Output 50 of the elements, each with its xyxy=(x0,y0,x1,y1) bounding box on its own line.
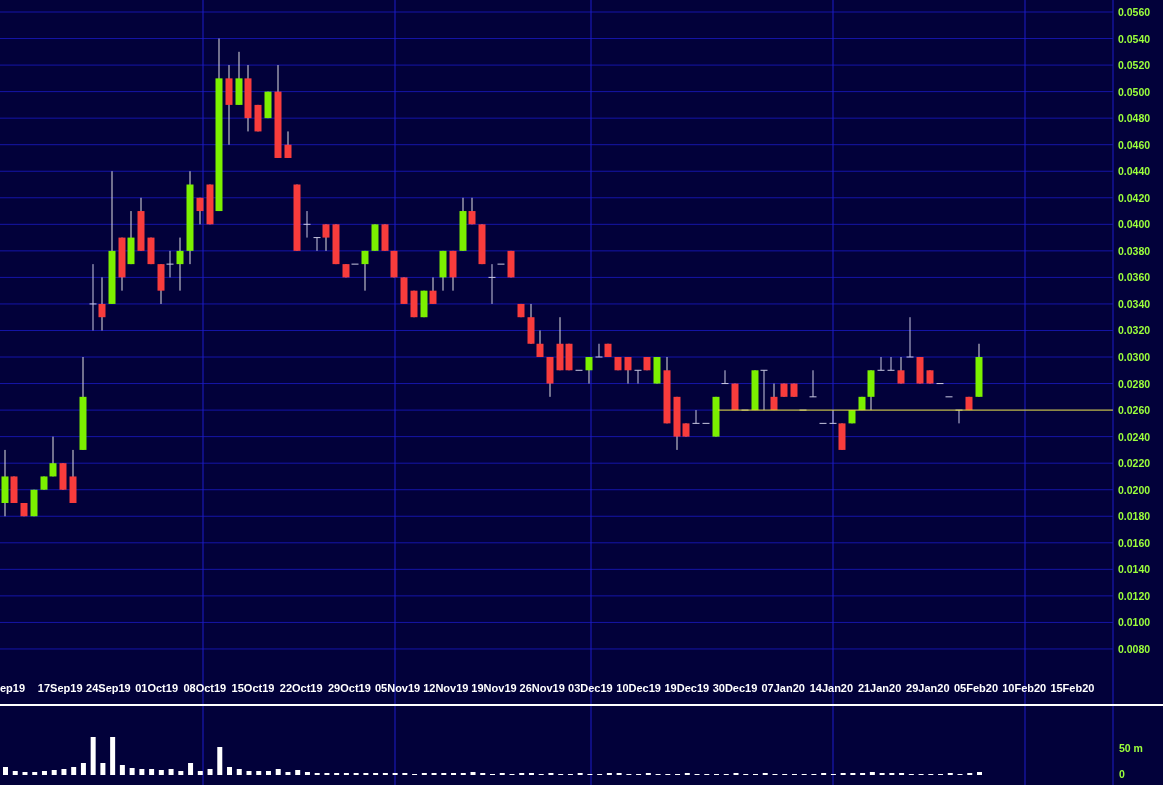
price-axis-label: 0.0140 xyxy=(1118,563,1151,576)
price-axis-label: 0.0560 xyxy=(1118,6,1151,18)
date-axis-label: 21Jan20 xyxy=(857,682,902,694)
price-axis-label: 0.0480 xyxy=(1118,112,1151,125)
date-axis-label: ep19 xyxy=(0,682,26,694)
price-axis-label: 0.0460 xyxy=(1118,138,1151,151)
date-axis-label: 19Dec19 xyxy=(664,682,710,694)
date-axis-label: 12Nov19 xyxy=(423,682,469,694)
date-axis-label: 24Sep19 xyxy=(86,682,131,694)
date-axis-label: 07Jan20 xyxy=(761,682,805,694)
date-axis-label: 05Nov19 xyxy=(374,682,421,694)
date-axis-label: 10Dec19 xyxy=(616,682,661,694)
date-axis-label: 15Oct19 xyxy=(231,682,275,694)
date-axis-label: 17Sep19 xyxy=(37,682,83,694)
price-axis-label: 0.0520 xyxy=(1118,59,1151,72)
price-axis-label: 0.0200 xyxy=(1118,483,1151,496)
date-axis-label: 14Jan20 xyxy=(809,682,854,694)
price-axis-label: 0.0500 xyxy=(1118,85,1151,98)
date-axis-label: 15Feb20 xyxy=(1050,682,1095,694)
price-axis-label: 0.0360 xyxy=(1118,271,1151,284)
price-axis-label: 0.0300 xyxy=(1118,351,1151,363)
price-axis-label: 0.0440 xyxy=(1118,165,1151,178)
date-axis-label: 03Dec19 xyxy=(568,682,613,694)
price-axis-label: 0.0320 xyxy=(1118,324,1151,337)
date-axis-label: 29Oct19 xyxy=(328,682,371,694)
date-axis-label: 22Oct19 xyxy=(279,682,323,694)
price-axis-label: 0.0080 xyxy=(1118,642,1151,655)
price-axis-label: 0.0400 xyxy=(1118,218,1151,231)
date-axis-label: 10Feb20 xyxy=(1002,682,1047,694)
price-axis-label: 0.0180 xyxy=(1118,510,1151,523)
price-axis-label: 0.0380 xyxy=(1118,244,1151,257)
price-axis-label: 0.0240 xyxy=(1118,430,1151,443)
price-axis-label: 0.0420 xyxy=(1118,191,1151,204)
date-axis-label: 26Nov19 xyxy=(519,682,565,694)
date-axis-label: 08Oct19 xyxy=(183,682,227,694)
price-axis-label: 0.0280 xyxy=(1118,377,1151,390)
date-axis-label: 05Feb20 xyxy=(954,682,998,694)
date-axis-label: 01Oct19 xyxy=(135,682,178,694)
price-axis-label: 0.0220 xyxy=(1118,457,1151,470)
date-axis-label: 19Nov19 xyxy=(471,682,517,694)
volume-axis-label: 0 xyxy=(1119,768,1125,780)
price-axis-label: 0.0340 xyxy=(1118,297,1151,310)
price-axis-label: 0.0540 xyxy=(1118,32,1151,45)
date-axis-label: 29Jan20 xyxy=(906,682,950,694)
price-axis-label: 0.0100 xyxy=(1118,616,1151,629)
price-axis-label: 0.0120 xyxy=(1118,589,1151,602)
date-axis-label: 30Dec19 xyxy=(712,682,758,694)
volume-axis-label: 50 m xyxy=(1119,742,1143,754)
price-axis-label: 0.0160 xyxy=(1118,536,1151,549)
price-axis-label: 0.0260 xyxy=(1118,404,1151,417)
